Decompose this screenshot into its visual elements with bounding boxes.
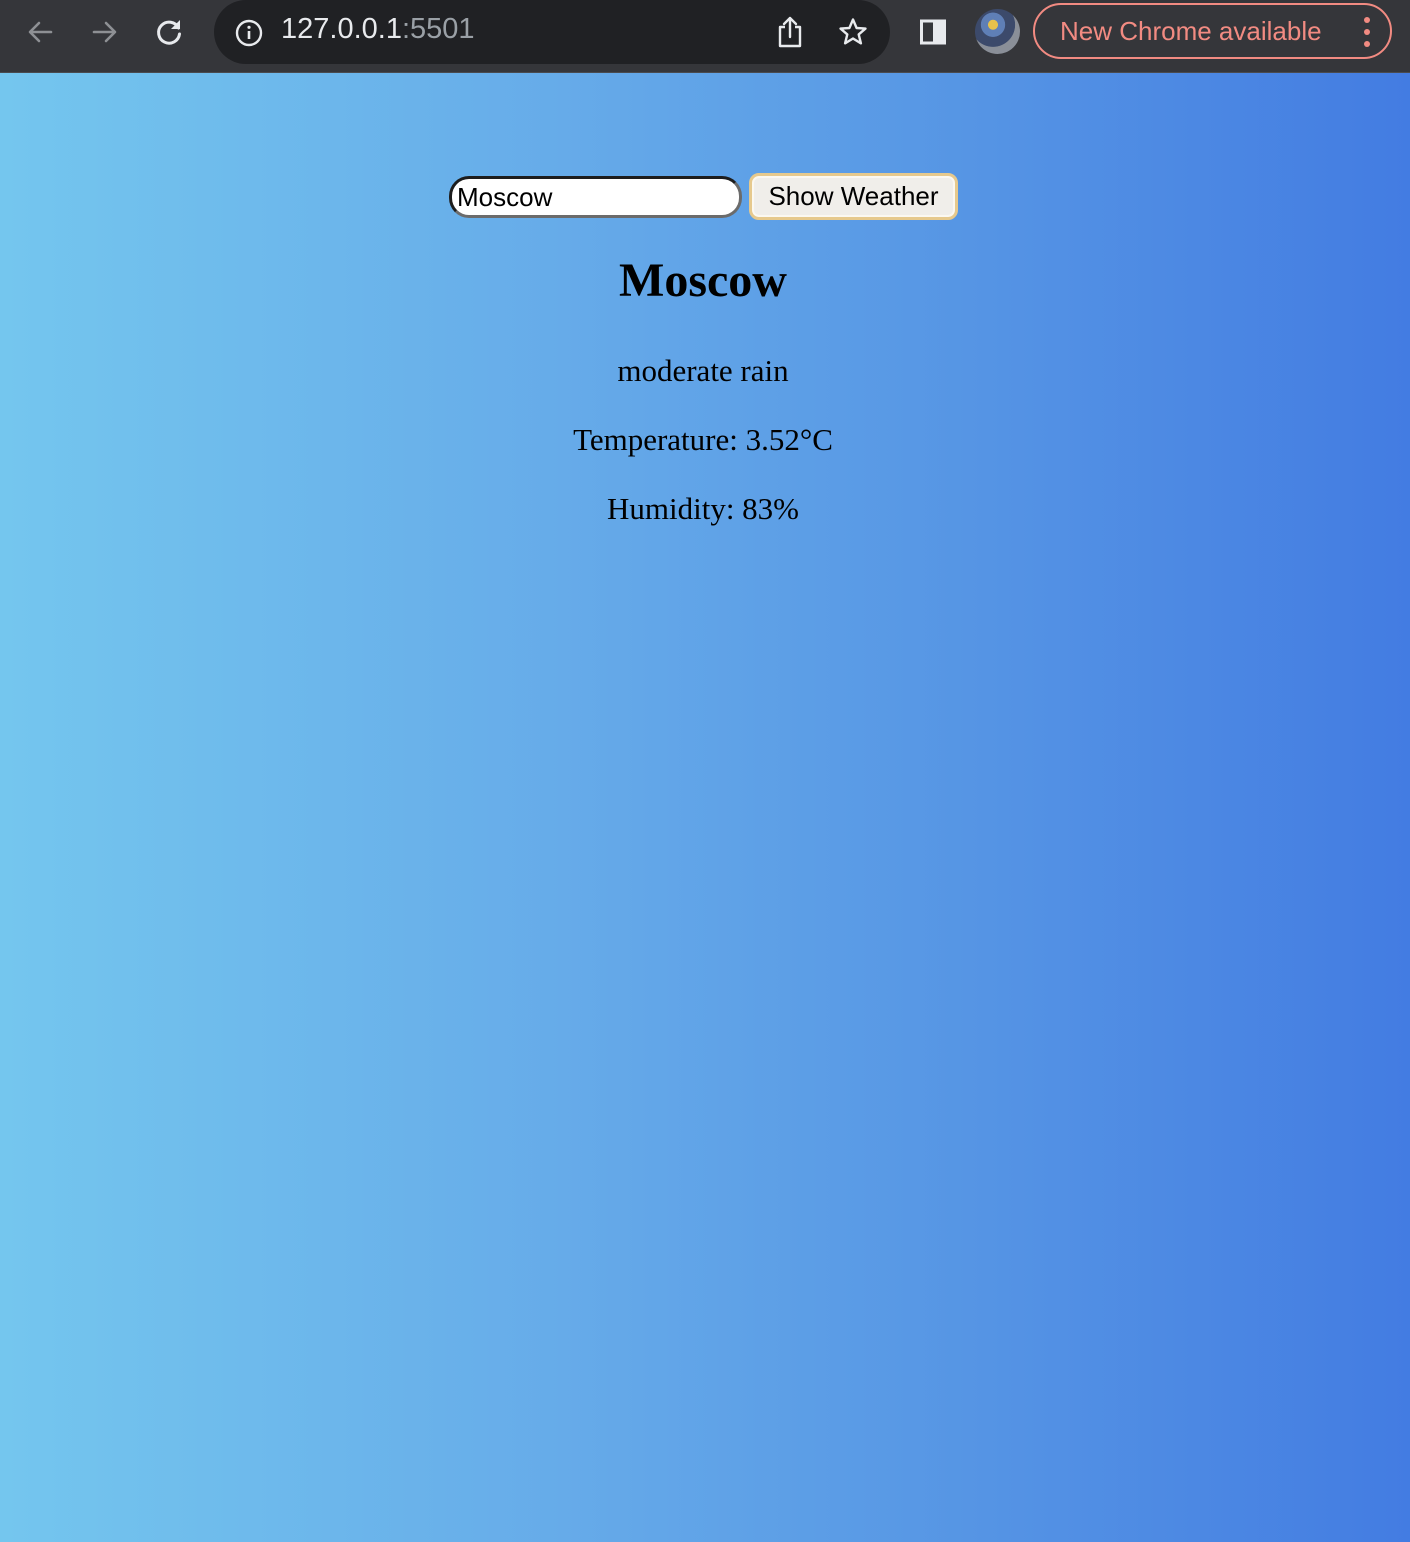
share-icon[interactable]	[770, 12, 810, 52]
profile-avatar[interactable]	[975, 9, 1020, 54]
bookmark-star-icon[interactable]	[833, 12, 873, 52]
weather-description: moderate rain	[617, 353, 789, 388]
weather-page: Show Weather Moscow moderate rain Temper…	[0, 73, 1410, 1542]
url-text: 127.0.0.1:5501	[281, 13, 475, 46]
address-bar[interactable]: 127.0.0.1:5501	[214, 0, 890, 64]
reload-button[interactable]	[149, 12, 189, 52]
side-panel-button[interactable]	[913, 12, 953, 52]
more-vert-icon[interactable]	[1360, 17, 1374, 47]
url-port: :5501	[401, 13, 475, 45]
browser-toolbar: 127.0.0.1:5501 New Chrome available	[0, 0, 1410, 73]
arrow-right-icon	[92, 21, 117, 43]
city-title: Moscow	[619, 254, 787, 307]
humidity-text: Humidity: 83%	[606, 491, 800, 526]
search-row: Show Weather	[0, 173, 1410, 221]
city-input[interactable]	[449, 176, 742, 218]
reload-icon	[157, 20, 181, 45]
back-button[interactable]	[20, 12, 60, 52]
info-icon[interactable]	[234, 18, 264, 48]
side-panel-icon	[920, 19, 946, 45]
forward-button[interactable]	[85, 12, 125, 52]
url-host: 127.0.0.1	[281, 13, 402, 45]
update-label: New Chrome available	[1060, 15, 1322, 46]
show-weather-button[interactable]: Show Weather	[749, 173, 958, 220]
update-chrome-button[interactable]: New Chrome available	[1033, 3, 1392, 59]
arrow-left-icon	[28, 21, 53, 43]
temperature-text: Temperature: 3.52°C	[573, 422, 833, 457]
